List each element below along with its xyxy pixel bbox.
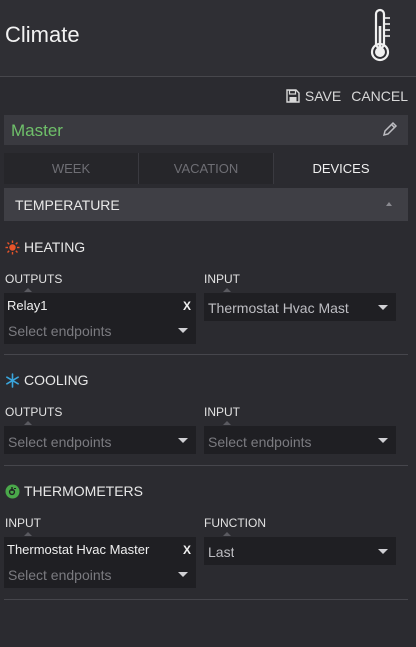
heating-outputs-select[interactable]: Relay1 X Select endpoints: [4, 293, 196, 344]
device-name-bar: Master: [4, 115, 408, 145]
chevron-down-icon: [378, 305, 388, 310]
pencil-icon[interactable]: [382, 121, 398, 137]
selected-endpoint-chip: Thermostat Hvac Master: [7, 542, 150, 557]
chevron-down-icon: [378, 549, 388, 554]
pointer-tick: [223, 532, 231, 536]
heating-title: HEATING: [5, 239, 85, 255]
heating-outputs-label: OUTPUTS: [5, 272, 63, 286]
heating-input-label: INPUT: [204, 272, 240, 286]
thermometer-icon: [370, 8, 390, 62]
tab-vacation[interactable]: VACATION: [139, 153, 274, 184]
heating-label: HEATING: [24, 239, 86, 255]
save-label: SAVE: [304, 88, 342, 104]
pointer-tick: [24, 421, 32, 425]
heating-input-select[interactable]: Thermostat Hvac Mast: [204, 293, 396, 321]
thermometers-function-select[interactable]: Last: [204, 537, 396, 565]
endpoints-placeholder: Select endpoints: [8, 434, 112, 450]
cooling-title: COOLING: [5, 372, 89, 388]
selected-endpoint-chip: Relay1: [7, 298, 48, 313]
endpoints-placeholder: Select endpoints: [208, 434, 312, 450]
pointer-tick: [24, 532, 32, 536]
divider: [4, 599, 408, 600]
thermometers-title: THERMOMETERS: [5, 483, 143, 499]
app-title: Climate: [5, 22, 80, 47]
collapse-arrow-icon[interactable]: [386, 202, 392, 206]
floppy-disk-icon: [286, 89, 300, 103]
pointer-tick: [24, 288, 32, 292]
remove-endpoint-button[interactable]: X: [183, 299, 191, 313]
tab-week[interactable]: WEEK: [4, 153, 139, 184]
device-name: Master: [11, 121, 63, 140]
action-bar: SAVE CANCEL: [286, 88, 408, 104]
snowflake-icon: [6, 372, 19, 388]
remove-endpoint-button[interactable]: X: [183, 543, 191, 557]
thermometers-input-select[interactable]: Thermostat Hvac Master X Select endpoint…: [4, 537, 196, 588]
cooling-outputs-label: OUTPUTS: [5, 405, 63, 419]
chevron-down-icon: [178, 328, 188, 333]
section-label: TEMPERATURE: [15, 197, 120, 213]
cancel-button[interactable]: CANCEL: [351, 88, 408, 104]
thermometer-badge-icon: [5, 484, 20, 498]
chevron-down-icon: [178, 438, 188, 443]
chevron-down-icon: [378, 438, 388, 443]
sun-icon: [5, 240, 20, 254]
thermometers-label: THERMOMETERS: [24, 483, 143, 499]
divider: [4, 465, 408, 466]
selected-value: Thermostat Hvac Mast: [208, 300, 349, 316]
chevron-down-icon: [178, 572, 188, 577]
cooling-outputs-select[interactable]: Select endpoints: [4, 426, 196, 454]
thermometers-input-label: INPUT: [5, 516, 41, 530]
cooling-label: COOLING: [24, 372, 89, 388]
cooling-input-select[interactable]: Select endpoints: [204, 426, 396, 454]
temperature-section-header[interactable]: TEMPERATURE: [4, 188, 408, 221]
thermometers-function-label: FUNCTION: [204, 516, 266, 530]
title-bar: Climate: [0, 0, 416, 77]
cooling-input-label: INPUT: [204, 405, 240, 419]
tab-devices[interactable]: DEVICES: [274, 153, 408, 184]
endpoints-placeholder: Select endpoints: [8, 323, 112, 339]
pointer-tick: [223, 421, 231, 425]
selected-value: Last: [208, 544, 235, 560]
pointer-tick: [223, 288, 231, 292]
tab-bar: WEEK VACATION DEVICES: [4, 153, 408, 184]
save-button[interactable]: SAVE: [286, 88, 341, 104]
divider: [4, 354, 408, 355]
endpoints-placeholder: Select endpoints: [8, 567, 112, 583]
